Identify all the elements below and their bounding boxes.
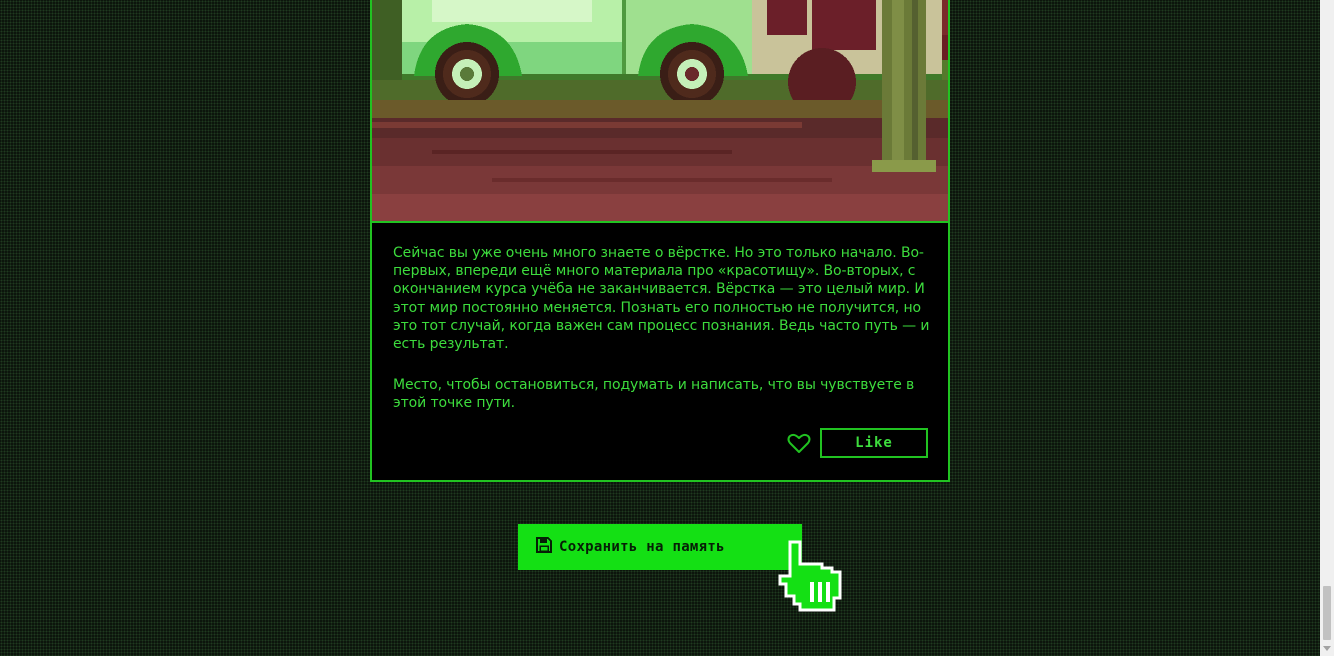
- heart-icon[interactable]: [787, 432, 811, 454]
- pointing-hand-cursor-icon: [776, 540, 848, 616]
- postcard: Сейчас вы уже очень много знаете о вёрст…: [370, 0, 950, 482]
- save-button-label: Сохранить на память: [559, 539, 725, 555]
- scrollbar[interactable]: [1320, 0, 1334, 656]
- paragraph-prompt: Место, чтобы остановиться, подумать и на…: [393, 377, 915, 412]
- paragraph-intro: Сейчас вы уже очень много знаете о вёрст…: [393, 245, 930, 353]
- scrollbar-thumb[interactable]: [1323, 586, 1331, 640]
- scroll-down-arrow-icon[interactable]: [1323, 646, 1331, 651]
- floppy-disk-icon: [535, 536, 553, 558]
- pixel-art-image: [372, 0, 948, 223]
- like-button[interactable]: Like: [820, 428, 928, 458]
- save-button[interactable]: Сохранить на память: [518, 524, 802, 570]
- card-text: Сейчас вы уже очень много знаете о вёрст…: [393, 244, 933, 436]
